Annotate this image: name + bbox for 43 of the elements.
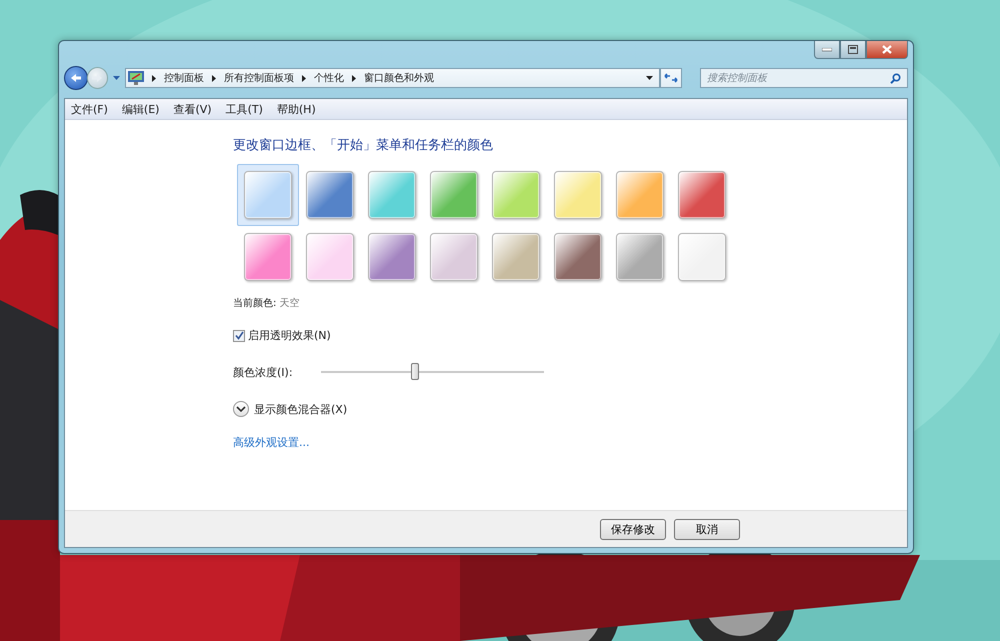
save-button[interactable]: 保存修改 [600, 518, 666, 540]
slider-thumb[interactable] [410, 363, 419, 380]
back-arrow-icon [70, 73, 82, 83]
color-swatch[interactable] [237, 164, 299, 226]
current-color-label: 当前颜色: [233, 296, 276, 310]
dropdown-arrow-icon[interactable] [646, 76, 654, 80]
menu-item[interactable]: 查看(V) [173, 102, 212, 116]
close-icon [882, 45, 892, 54]
mixer-label: 显示颜色混合器(X) [254, 402, 348, 416]
search-field[interactable]: 搜索控制面板 [700, 68, 908, 88]
minimize-icon [822, 48, 832, 52]
menu-item[interactable]: 文件(F) [71, 102, 108, 116]
chevron-icon[interactable] [152, 74, 156, 82]
breadcrumb[interactable]: 个性化 [314, 71, 344, 85]
search-icon [890, 73, 901, 84]
refresh-button[interactable] [660, 68, 682, 88]
cancel-button[interactable]: 取消 [674, 518, 740, 540]
chevron-icon[interactable] [302, 74, 306, 82]
maximize-icon [848, 45, 858, 54]
maximize-button[interactable] [840, 41, 866, 59]
menu-item[interactable]: 编辑(E) [122, 102, 160, 116]
back-button[interactable] [64, 66, 88, 90]
menu-item[interactable]: 帮助(H) [276, 102, 316, 116]
breadcrumb[interactable]: 控制面板 [164, 71, 204, 85]
refresh-icon [664, 72, 678, 84]
breadcrumb[interactable]: 所有控制面板项 [224, 71, 294, 85]
checkbox[interactable] [233, 330, 245, 342]
expand-button[interactable] [233, 401, 249, 417]
intensity-slider[interactable] [321, 363, 544, 381]
chevron-down-icon [236, 406, 246, 412]
page-heading: 更改窗口边框、「开始」菜单和任务栏的颜色 [233, 137, 493, 154]
chevron-icon[interactable] [352, 74, 356, 82]
checkbox-label: 启用透明效果(N) [248, 328, 331, 343]
chevron-icon[interactable] [212, 74, 216, 82]
close-button[interactable] [866, 41, 908, 59]
address-bar[interactable]: 控制面板 所有控制面板项 个性化 窗口颜色和外观 [125, 68, 660, 88]
slider-label: 颜色浓度(I): [233, 364, 294, 380]
minimize-button[interactable] [814, 41, 840, 59]
menu-item[interactable]: 工具(T) [226, 102, 263, 116]
current-color-value: 天空 [279, 296, 300, 310]
monitor-icon [128, 71, 144, 85]
advanced-settings-link[interactable]: 高级外观设置... [233, 435, 310, 450]
breadcrumb[interactable]: 窗口颜色和外观 [364, 71, 434, 85]
